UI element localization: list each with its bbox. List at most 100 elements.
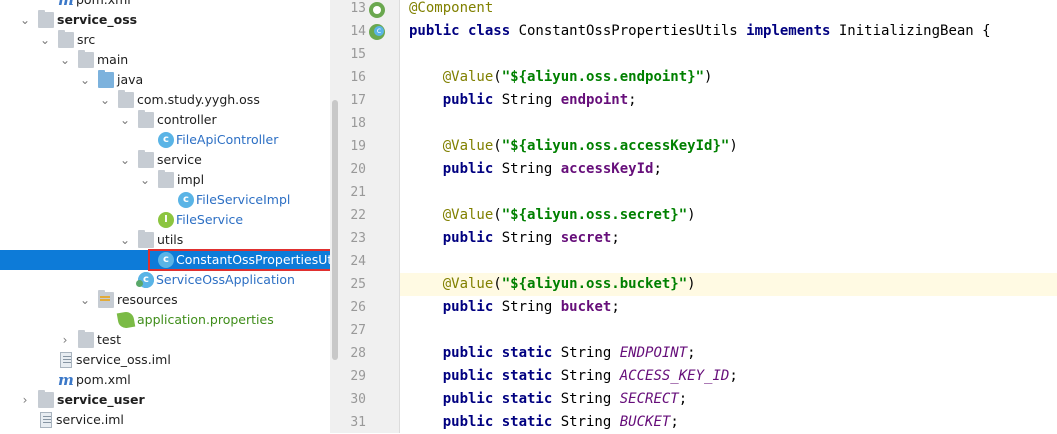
folder-icon	[78, 330, 94, 348]
code-line[interactable]	[400, 250, 1057, 273]
code-token: (	[493, 138, 502, 154]
chevron-down-icon[interactable]: ⌄	[78, 70, 92, 90]
module-folder-icon	[38, 10, 54, 28]
tree-item-src[interactable]: ⌄ src	[0, 30, 330, 50]
code-token: ;	[611, 230, 620, 246]
line-number: 13	[350, 1, 366, 16]
chevron-down-icon[interactable]: ⌄	[38, 30, 52, 50]
spring-boot-class-icon: c	[136, 272, 154, 288]
code-token: ENDPOINT	[619, 345, 688, 361]
code-line[interactable]: public static String ENDPOINT;	[400, 342, 1057, 365]
code-line[interactable]	[400, 112, 1057, 135]
code-line[interactable]: public String secret;	[400, 227, 1057, 250]
line-number: 16	[350, 70, 366, 85]
tree-item-fileapicontroller[interactable]: c FileApiController	[0, 130, 330, 150]
editor-gutter: 13 14 15 16 17 18 19 20 21 22 23 24 25 26 27 28 29 30 31	[340, 0, 400, 433]
tree-item-service-user[interactable]: › service_user	[0, 390, 330, 410]
tree-item-package-oss[interactable]: ⌄ com.study.yygh.oss	[0, 90, 330, 110]
chevron-down-icon[interactable]: ⌄	[118, 230, 132, 250]
chevron-down-icon[interactable]: ⌄	[98, 90, 112, 110]
chevron-down-icon[interactable]: ⌄	[138, 170, 152, 190]
chevron-right-icon[interactable]: ›	[58, 330, 72, 350]
code-line[interactable]: public class ConstantOssPropertiesUtils …	[400, 20, 1057, 43]
code-token: ;	[611, 299, 620, 315]
code-token: public	[409, 92, 502, 108]
line-number: 18	[350, 116, 366, 131]
spring-bean-gutter-icon[interactable]	[369, 2, 385, 18]
maven-icon: m	[58, 371, 74, 389]
code-token: @Value	[409, 276, 494, 292]
tree-item-label: utils	[157, 232, 184, 247]
tree-item-utils[interactable]: ⌄ utils	[0, 230, 330, 250]
tree-item-label: pom.xml	[76, 372, 131, 387]
class-icon: c	[158, 132, 174, 148]
code-token: ;	[628, 92, 637, 108]
package-icon	[158, 170, 174, 188]
scrollbar-thumb[interactable]	[332, 100, 338, 360]
code-line[interactable]	[400, 43, 1057, 66]
code-token: public	[409, 230, 502, 246]
code-token: @Value	[409, 138, 494, 154]
tree-item-main[interactable]: ⌄ main	[0, 50, 330, 70]
chevron-down-icon[interactable]: ⌄	[78, 290, 92, 310]
tree-item-serviceossapplication[interactable]: c ServiceOssApplication	[0, 270, 330, 290]
tree-item-pom[interactable]: m pom.xml	[0, 370, 330, 390]
chevron-down-icon[interactable]: ⌄	[18, 10, 32, 30]
code-token: @Component	[409, 0, 494, 16]
code-token: bucket	[560, 299, 612, 315]
chevron-down-icon[interactable]: ⌄	[58, 50, 72, 70]
tree-item-impl[interactable]: ⌄ impl	[0, 170, 330, 190]
code-line[interactable]: public String bucket;	[400, 296, 1057, 319]
tree-item-service-oss-iml[interactable]: service_oss.iml	[0, 350, 330, 370]
tree-item-label: application.properties	[137, 312, 274, 327]
resources-folder-icon	[98, 290, 114, 308]
tree-item-test[interactable]: › test	[0, 330, 330, 350]
code-line[interactable]: @Value("${aliyun.oss.endpoint}")	[400, 66, 1057, 89]
tree-item-fileservice[interactable]: I FileService	[0, 210, 330, 230]
code-line[interactable]	[400, 181, 1057, 204]
chevron-down-icon[interactable]: ⌄	[118, 110, 132, 130]
code-token: ;	[670, 414, 679, 430]
tree-item-label: controller	[157, 112, 217, 127]
code-token: String	[501, 92, 561, 108]
code-line[interactable]: @Value("${aliyun.oss.bucket}")	[400, 273, 1057, 296]
tree-item-service[interactable]: ⌄ service	[0, 150, 330, 170]
tree-item-constantosspropertiesutils[interactable]: c ConstantOssPropertiesUtils	[0, 250, 330, 270]
chevron-right-icon[interactable]: ›	[18, 390, 32, 410]
tree-item-application-properties[interactable]: application.properties	[0, 310, 330, 330]
tree-item-service-oss[interactable]: ⌄ service_oss	[0, 10, 330, 30]
code-token: ;	[687, 345, 696, 361]
tree-item-pom-top[interactable]: m pom.xml	[0, 0, 330, 10]
code-line[interactable]: @Value("${aliyun.oss.accessKeyId}")	[400, 135, 1057, 158]
code-line[interactable]: @Component	[400, 0, 1057, 20]
code-line[interactable]: @Value("${aliyun.oss.secret}")	[400, 204, 1057, 227]
code-line[interactable]: public String accessKeyId;	[400, 158, 1057, 181]
tree-item-resources[interactable]: ⌄ resources	[0, 290, 330, 310]
code-line[interactable]	[400, 319, 1057, 342]
code-line[interactable]: public String endpoint;	[400, 89, 1057, 112]
code-line[interactable]: public static String BUCKET;	[400, 411, 1057, 433]
tree-item-label: ServiceOssApplication	[156, 272, 295, 287]
tree-item-java[interactable]: ⌄ java	[0, 70, 330, 90]
line-number: 30	[350, 392, 366, 407]
class-icon: c	[158, 252, 174, 268]
chevron-down-icon[interactable]: ⌄	[118, 150, 132, 170]
tree-item-label: ConstantOssPropertiesUtils	[176, 252, 330, 267]
line-number: 22	[350, 208, 366, 223]
tree-item-controller[interactable]: ⌄ controller	[0, 110, 330, 130]
tree-scrollbar[interactable]	[330, 0, 340, 433]
code-line[interactable]: public static String ACCESS_KEY_ID;	[400, 365, 1057, 388]
code-token: (	[493, 207, 502, 223]
code-token: implements	[746, 23, 839, 39]
code-line[interactable]: public static String SECRECT;	[400, 388, 1057, 411]
class-icon: c	[178, 192, 194, 208]
code-token: public static	[409, 414, 561, 430]
tree-item-fileserviceimpl[interactable]: c FileServiceImpl	[0, 190, 330, 210]
tree-item-label: FileApiController	[176, 132, 279, 147]
code-token: public static	[409, 345, 561, 361]
line-number: 31	[350, 415, 366, 430]
line-number: 24	[350, 254, 366, 269]
class-gutter-icon[interactable]	[369, 24, 385, 40]
tree-item-service-iml[interactable]: service.iml	[0, 410, 330, 430]
code-editor[interactable]: @Component public class ConstantOssProper…	[400, 0, 1057, 433]
